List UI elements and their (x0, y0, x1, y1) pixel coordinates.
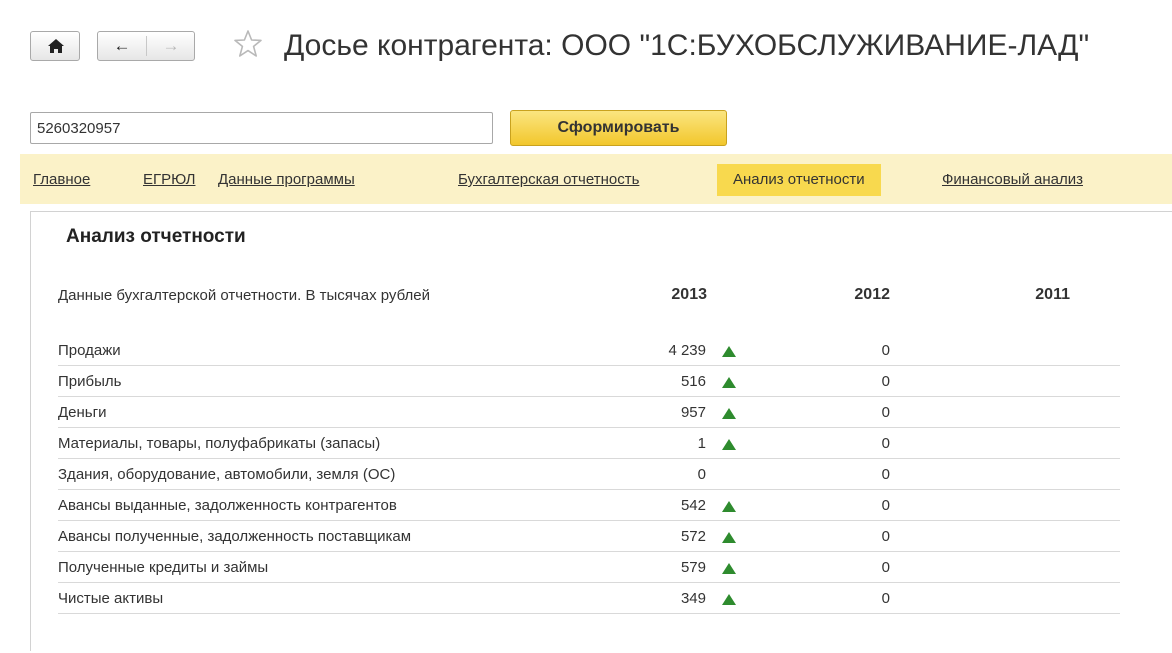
table-row: Прибыль 516 0 (58, 365, 1120, 397)
section-title: Анализ отчетности (66, 226, 246, 247)
table-row: Продажи 4 239 0 (58, 334, 1120, 366)
tab-report-analysis[interactable]: Анализ отчетности (717, 164, 881, 196)
table-row: Здания, оборудование, автомобили, земля … (58, 458, 1120, 490)
table-row: Материалы, товары, полуфабрикаты (запасы… (58, 427, 1120, 459)
page-title: Досье контрагента: ООО "1С:БУХОБСЛУЖИВАН… (284, 29, 1090, 62)
value-2012: 0 (881, 528, 890, 545)
row-label: Чистые активы (58, 590, 164, 607)
tab-accounting-reports[interactable]: Бухгалтерская отчетность (458, 164, 639, 196)
value-2013: 579 (680, 559, 706, 576)
back-button[interactable]: ← (98, 36, 146, 56)
arrow-left-icon: ← (113, 36, 131, 55)
tab-egrul[interactable]: ЕГРЮЛ (143, 164, 195, 196)
row-label: Прибыль (58, 373, 122, 390)
trend-up-icon (722, 563, 736, 574)
year-header-2011: 2011 (1035, 286, 1070, 303)
table-row: Авансы полученные, задолженность поставщ… (58, 520, 1120, 552)
trend-up-icon (722, 377, 736, 388)
home-icon (48, 39, 64, 53)
table-row: Авансы выданные, задолженность контраген… (58, 489, 1120, 521)
value-2013: 542 (680, 497, 706, 514)
value-2013: 957 (680, 404, 706, 421)
row-label: Деньги (58, 404, 107, 421)
value-2012: 0 (881, 497, 890, 514)
trend-up-icon (722, 346, 736, 357)
value-2013: 1 (697, 435, 706, 452)
row-label: Авансы полученные, задолженность поставщ… (58, 528, 412, 545)
value-2013: 4 239 (668, 342, 706, 359)
value-2012: 0 (881, 342, 890, 359)
value-2013: 0 (697, 466, 706, 483)
trend-up-icon (722, 501, 736, 512)
row-label: Полученные кредиты и займы (58, 559, 269, 576)
table-row: Чистые активы 349 0 (58, 582, 1120, 614)
star-icon[interactable] (233, 29, 263, 59)
value-2012: 0 (881, 404, 890, 421)
value-2012: 0 (881, 373, 890, 390)
trend-up-icon (722, 532, 736, 543)
back-forward-group: ← → (97, 31, 195, 61)
row-label: Авансы выданные, задолженность контраген… (58, 497, 397, 514)
row-label: Здания, оборудование, автомобили, земля … (58, 466, 396, 483)
table-row: Деньги 957 0 (58, 396, 1120, 428)
inn-input[interactable] (30, 112, 493, 144)
trend-up-icon (722, 594, 736, 605)
row-label: Материалы, товары, полуфабрикаты (запасы… (58, 435, 381, 452)
value-2012: 0 (881, 435, 890, 452)
value-2012: 0 (881, 559, 890, 576)
panel-border-top (30, 211, 1172, 212)
value-2012: 0 (881, 590, 890, 607)
row-label: Продажи (58, 342, 121, 359)
value-2013: 349 (680, 590, 706, 607)
table-row: Полученные кредиты и займы 579 0 (58, 551, 1120, 583)
tab-strip: Главное ЕГРЮЛ Данные программы Бухгалтер… (20, 154, 1172, 204)
tab-main[interactable]: Главное (33, 164, 90, 196)
year-header-2013: 2013 (671, 286, 707, 303)
tab-program-data[interactable]: Данные программы (218, 164, 355, 196)
panel-border-left (30, 211, 31, 651)
year-header-2012: 2012 (854, 286, 890, 303)
forward-button[interactable]: → (147, 36, 195, 56)
generate-button[interactable]: Сформировать (510, 110, 727, 146)
tab-financial-analysis[interactable]: Финансовый анализ (942, 164, 1083, 196)
value-2012: 0 (881, 466, 890, 483)
value-2013: 572 (680, 528, 706, 545)
arrow-right-icon: → (162, 36, 180, 55)
trend-up-icon (722, 439, 736, 450)
trend-up-icon (722, 408, 736, 419)
table-caption: Данные бухгалтерской отчетности. В тысяч… (58, 287, 430, 304)
value-2013: 516 (680, 373, 706, 390)
home-button[interactable] (30, 31, 80, 61)
